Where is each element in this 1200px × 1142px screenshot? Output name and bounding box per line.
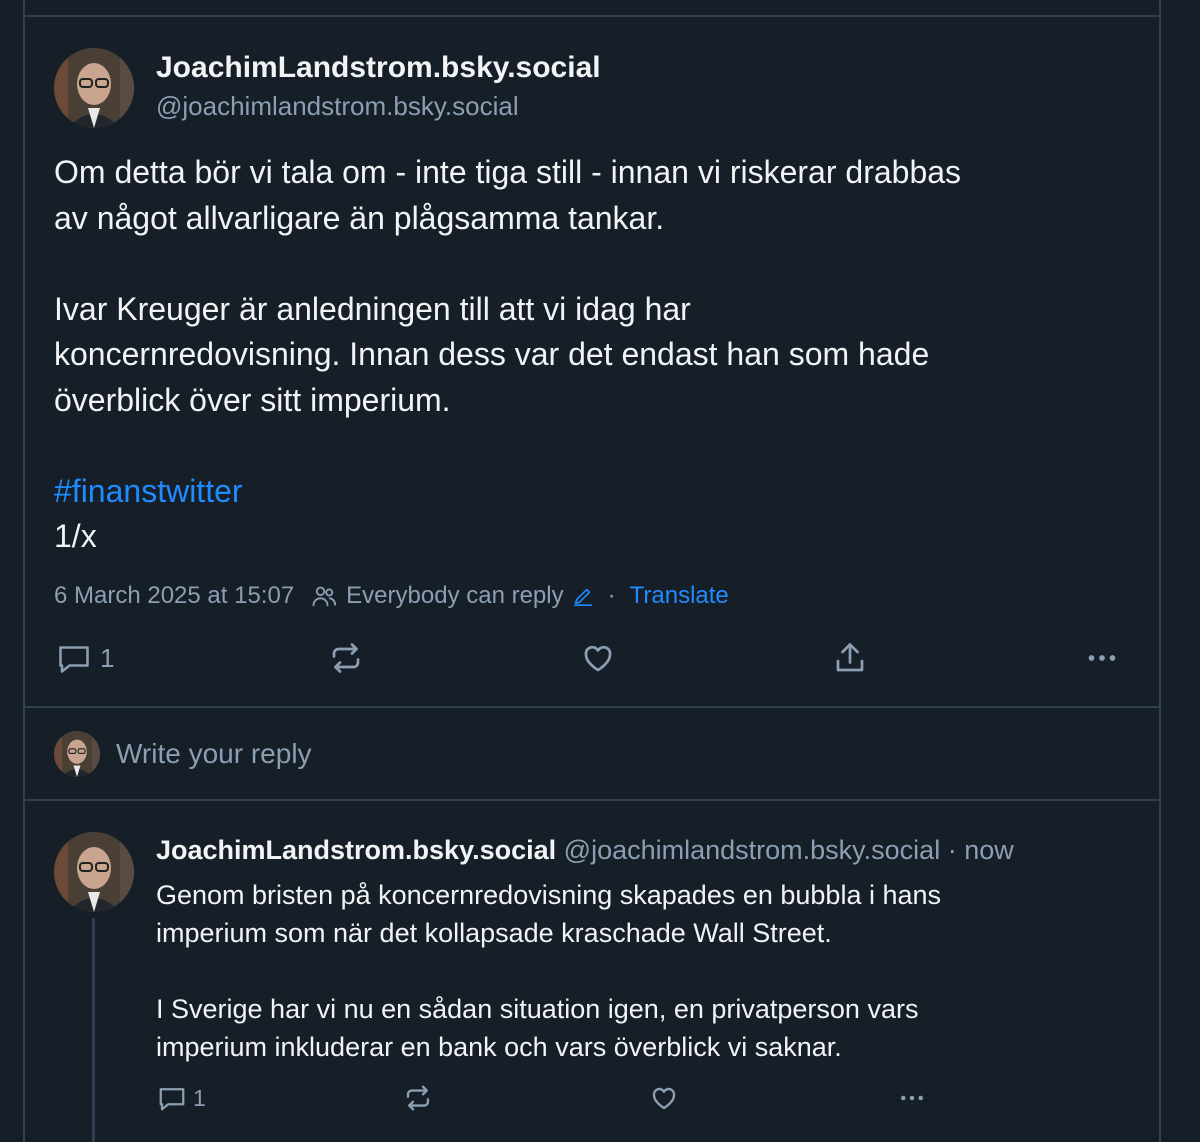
post-text-line: Ivar Kreuger är anledningen till att vi … bbox=[54, 290, 691, 327]
composer-avatar bbox=[54, 731, 100, 777]
repost-button[interactable] bbox=[403, 1083, 433, 1113]
more-options-button[interactable] bbox=[1084, 640, 1120, 676]
pencil-icon[interactable] bbox=[572, 585, 594, 607]
composer-divider bbox=[24, 799, 1161, 801]
right-border bbox=[1159, 0, 1161, 1142]
more-icon bbox=[1084, 640, 1120, 676]
share-button[interactable] bbox=[832, 640, 868, 676]
post-body: Om detta bör vi tala om - inte tiga stil… bbox=[54, 150, 1144, 560]
reply-time[interactable]: · now bbox=[948, 835, 1014, 865]
more-options-button[interactable] bbox=[895, 1083, 929, 1113]
left-border bbox=[23, 0, 25, 1142]
reply-body: Genom bristen på koncernredovisning skap… bbox=[156, 876, 1146, 1066]
repost-button[interactable] bbox=[328, 640, 364, 676]
repost-icon bbox=[403, 1083, 433, 1113]
author-name[interactable]: JoachimLandstrom.bsky.social bbox=[156, 50, 601, 86]
reply-count: 1 bbox=[100, 642, 115, 673]
meta-separator: · bbox=[607, 582, 616, 609]
more-icon bbox=[895, 1083, 929, 1113]
reply-text-line: I Sverige har vi nu en sådan situation i… bbox=[156, 994, 919, 1024]
reply-header: JoachimLandstrom.bsky.social @joachimlan… bbox=[156, 832, 1014, 868]
reply-author-name[interactable]: JoachimLandstrom.bsky.social bbox=[156, 835, 556, 865]
post-text-line: av något allvarligare än plågsamma tanka… bbox=[54, 199, 665, 236]
avatar[interactable] bbox=[54, 832, 134, 912]
reply-icon bbox=[157, 1083, 187, 1113]
heart-icon bbox=[649, 1083, 679, 1113]
reply-text-line: imperium som när det kollapsade kraschad… bbox=[156, 918, 832, 948]
translate-link[interactable]: Translate bbox=[630, 582, 729, 610]
reply-icon bbox=[56, 640, 92, 676]
avatar[interactable] bbox=[54, 48, 134, 128]
reply-setting[interactable]: Everybody can reply bbox=[346, 582, 563, 610]
post-timestamp[interactable]: 6 March 2025 at 15:07 bbox=[54, 582, 294, 610]
reply-button[interactable]: 1 bbox=[56, 640, 114, 676]
share-icon bbox=[832, 640, 868, 676]
top-border bbox=[24, 15, 1161, 17]
thread-line bbox=[92, 918, 95, 1142]
hashtag-link[interactable]: #finanstwitter bbox=[54, 469, 1144, 515]
like-button[interactable] bbox=[580, 640, 616, 676]
post-text-line: Om detta bör vi tala om - inte tiga stil… bbox=[54, 154, 962, 190]
reply-author-handle[interactable]: @joachimlandstrom.bsky.social bbox=[564, 835, 941, 865]
post-text-line: överblick över sitt imperium. bbox=[54, 381, 451, 418]
author-handle[interactable]: @joachimlandstrom.bsky.social bbox=[156, 89, 519, 123]
post-meta: 6 March 2025 at 15:07 Everybody can repl… bbox=[54, 578, 729, 614]
heart-icon bbox=[580, 640, 616, 676]
reply-button[interactable]: 1 bbox=[157, 1083, 206, 1113]
thread-marker: 1/x bbox=[54, 518, 97, 554]
reply-count: 1 bbox=[193, 1084, 206, 1111]
reply-text-line: Genom bristen på koncernredovisning skap… bbox=[156, 880, 942, 910]
people-icon bbox=[310, 582, 338, 610]
reply-input-placeholder[interactable]: Write your reply bbox=[116, 736, 312, 772]
repost-icon bbox=[328, 640, 364, 676]
reply-text-line: imperium inkluderar en bank och vars öve… bbox=[156, 1032, 842, 1062]
like-button[interactable] bbox=[649, 1083, 679, 1113]
post-text-line: koncernredovisning. Innan dess var det e… bbox=[54, 336, 930, 372]
post-divider bbox=[24, 706, 1161, 708]
